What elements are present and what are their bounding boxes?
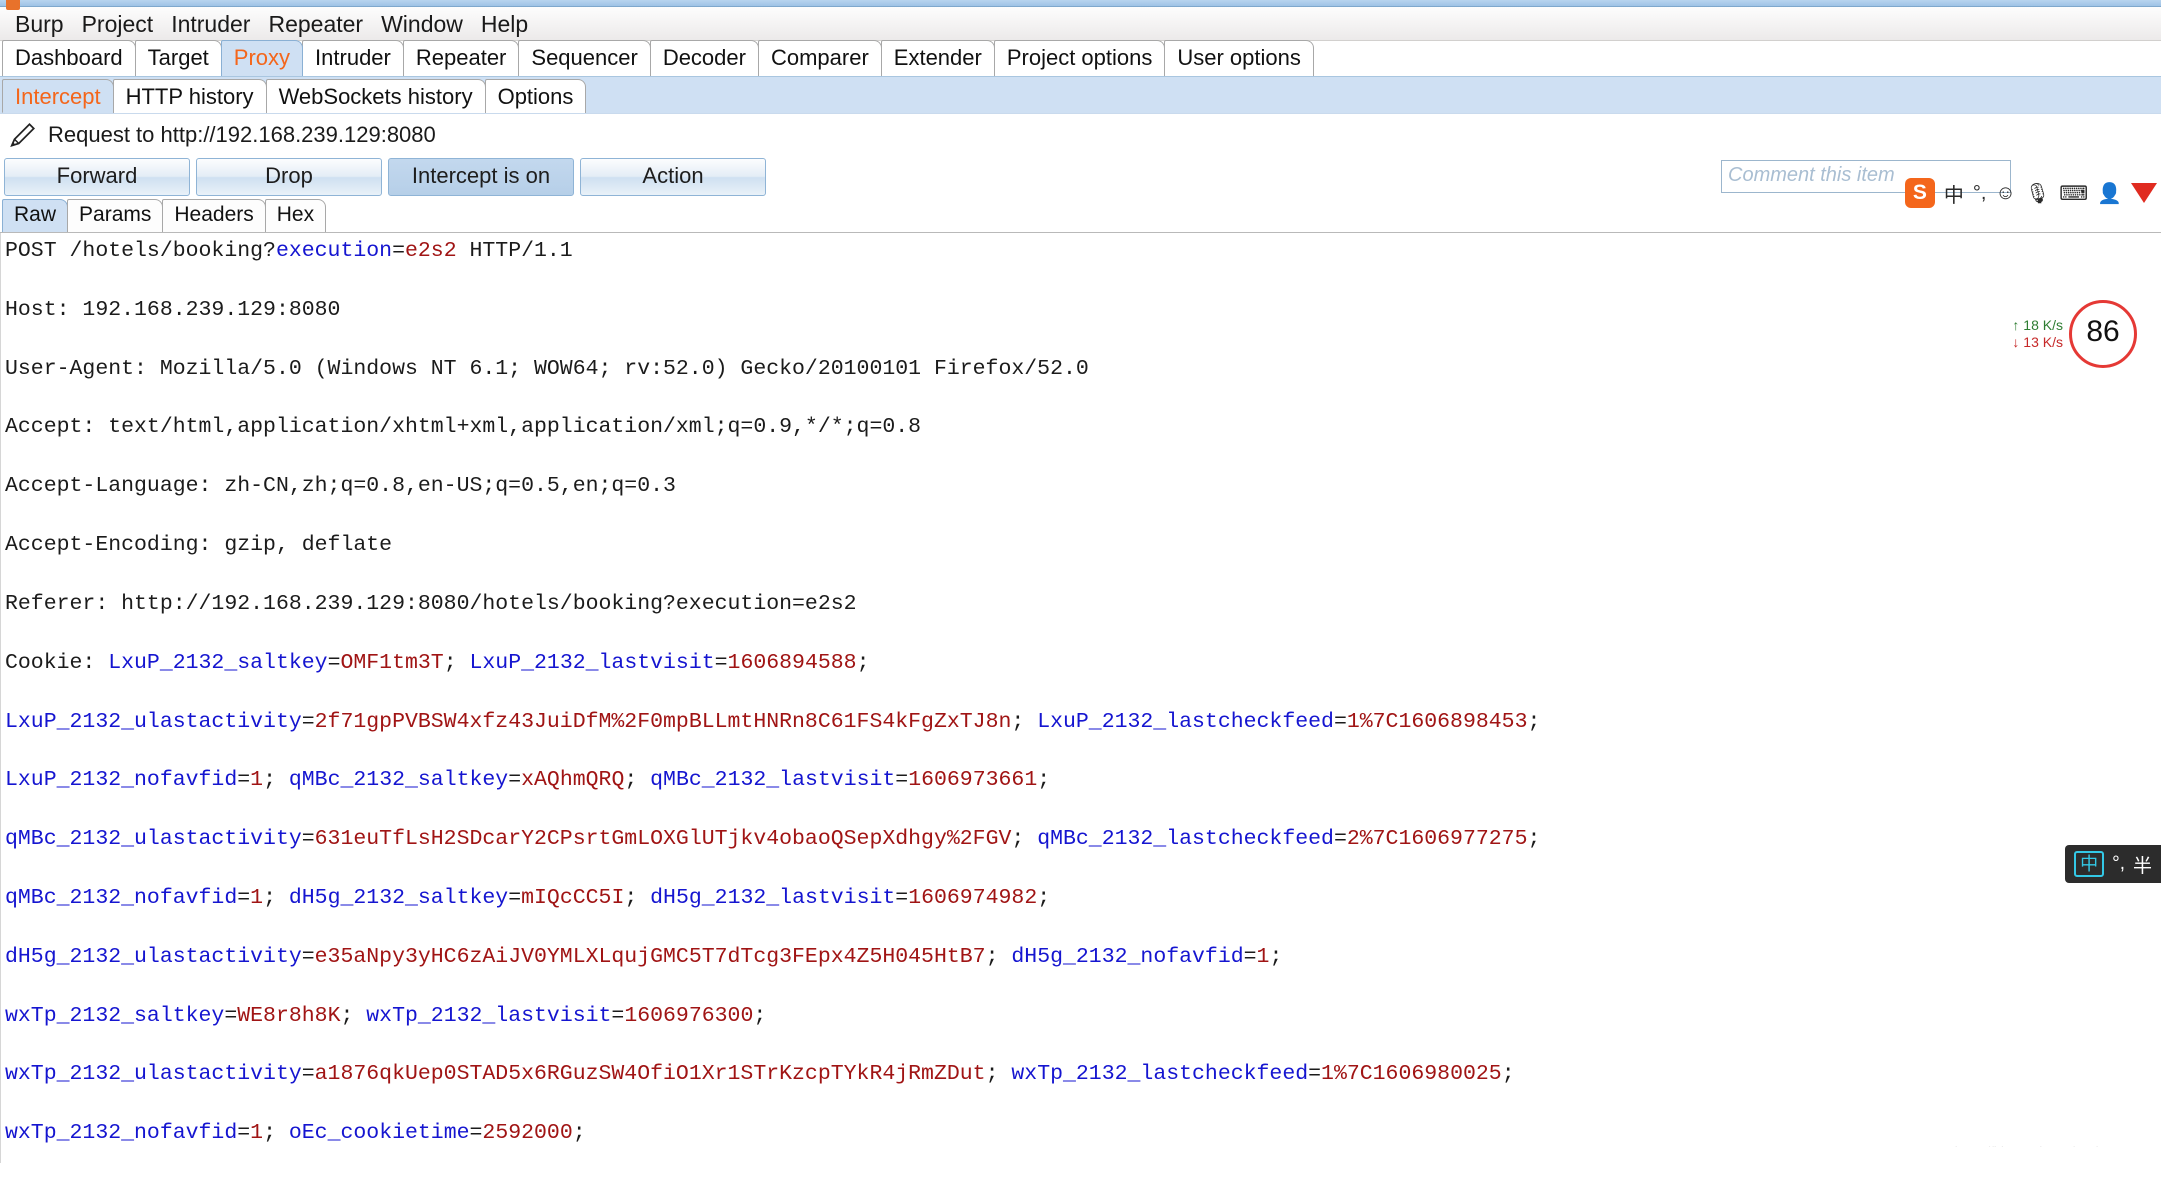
cpu-usage-badge: 86	[2069, 300, 2137, 368]
ime-microphone-icon[interactable]: 🎙	[2025, 181, 2050, 206]
ime-pill-language-icon[interactable]: 中	[2074, 851, 2105, 877]
subtab-websockets-history[interactable]: WebSockets history	[265, 79, 486, 113]
menu-item-window[interactable]: Window	[372, 9, 472, 39]
sogou-logo-icon[interactable]	[1904, 178, 1935, 208]
tab-target[interactable]: Target	[134, 40, 222, 76]
tab-repeater[interactable]: Repeater	[402, 40, 520, 76]
subtab-options[interactable]: Options	[484, 79, 587, 113]
intercept-toggle-button[interactable]: Intercept is on	[388, 158, 574, 196]
tab-user-options[interactable]: User options	[1164, 40, 1314, 76]
tab-comparer[interactable]: Comparer	[757, 40, 882, 76]
forward-button[interactable]: Forward	[4, 158, 190, 196]
ime-toolbar[interactable]: 中 °, ☺ 🎙 ⌨ 👤	[1904, 178, 2157, 208]
tab-decoder[interactable]: Decoder	[649, 40, 759, 76]
proxy-sub-tab-bar: Intercept HTTP history WebSockets histor…	[0, 77, 2161, 113]
ime-emoji-icon[interactable]: ☺	[1995, 182, 2015, 205]
request-target-label: Request to http://192.168.239.129:8080	[48, 121, 436, 147]
network-rates: ↑ 18 K/s ↓ 13 K/s	[2012, 317, 2063, 351]
menu-item-help[interactable]: Help	[472, 9, 537, 39]
ime-user-icon[interactable]: 👤	[2097, 181, 2122, 206]
ime-status-pill[interactable]: 中 °, 半	[2065, 845, 2161, 883]
window-title-bar	[0, 0, 2161, 10]
burp-logo-icon	[6, 0, 20, 10]
intercept-toolbar: Forward Drop Intercept is on Action Comm…	[0, 155, 2161, 199]
edittab-headers[interactable]: Headers	[162, 199, 266, 232]
tab-extender[interactable]: Extender	[880, 40, 995, 76]
ime-language-icon[interactable]: 中	[1944, 179, 1964, 208]
raw-request-text[interactable]: POST /hotels/booking?execution=e2s2 HTTP…	[1, 233, 2161, 1163]
tab-project-options[interactable]: Project options	[993, 40, 1166, 76]
message-editor-tab-bar: Raw Params Headers Hex	[0, 199, 2161, 233]
menu-item-repeater[interactable]: Repeater	[259, 9, 372, 39]
menu-item-intruder[interactable]: Intruder	[162, 9, 259, 39]
upload-rate-label: ↑ 18 K/s	[2012, 317, 2063, 333]
ime-pill-width-icon[interactable]: 半	[2133, 851, 2152, 878]
raw-request-editor[interactable]: POST /hotels/booking?execution=e2s2 HTTP…	[0, 233, 2161, 1163]
pencil-icon	[10, 122, 35, 147]
ime-punctuation-icon[interactable]: °,	[1973, 182, 1987, 205]
request-summary-bar: Request to http://192.168.239.129:8080	[0, 113, 2161, 155]
edittab-params[interactable]: Params	[67, 199, 164, 232]
ime-keyboard-icon[interactable]: ⌨	[2059, 181, 2088, 206]
menu-item-burp[interactable]: Burp	[6, 9, 73, 39]
tab-sequencer[interactable]: Sequencer	[518, 40, 651, 76]
network-speed-widget[interactable]: ↑ 18 K/s ↓ 13 K/s 86	[2012, 300, 2137, 368]
ime-pill-punctuation-icon[interactable]: °,	[2112, 853, 2125, 875]
subtab-http-history[interactable]: HTTP history	[112, 79, 267, 113]
edittab-hex[interactable]: Hex	[264, 199, 327, 232]
menu-bar: Burp Project Intruder Repeater Window He…	[0, 7, 2161, 41]
menu-item-project[interactable]: Project	[73, 9, 163, 39]
tab-intruder[interactable]: Intruder	[302, 40, 404, 76]
main-tab-bar: Dashboard Target Proxy Intruder Repeater…	[0, 40, 2161, 77]
action-button[interactable]: Action	[580, 158, 766, 196]
ime-menu-triangle-icon[interactable]	[2131, 183, 2157, 203]
download-rate-label: ↓ 13 K/s	[2012, 334, 2063, 350]
tab-dashboard[interactable]: Dashboard	[2, 40, 136, 76]
subtab-intercept[interactable]: Intercept	[2, 79, 114, 113]
tab-proxy[interactable]: Proxy	[220, 40, 304, 76]
drop-button[interactable]: Drop	[196, 158, 382, 196]
edittab-raw[interactable]: Raw	[2, 199, 69, 232]
horizontal-scrollbar[interactable]	[1, 1147, 2161, 1163]
